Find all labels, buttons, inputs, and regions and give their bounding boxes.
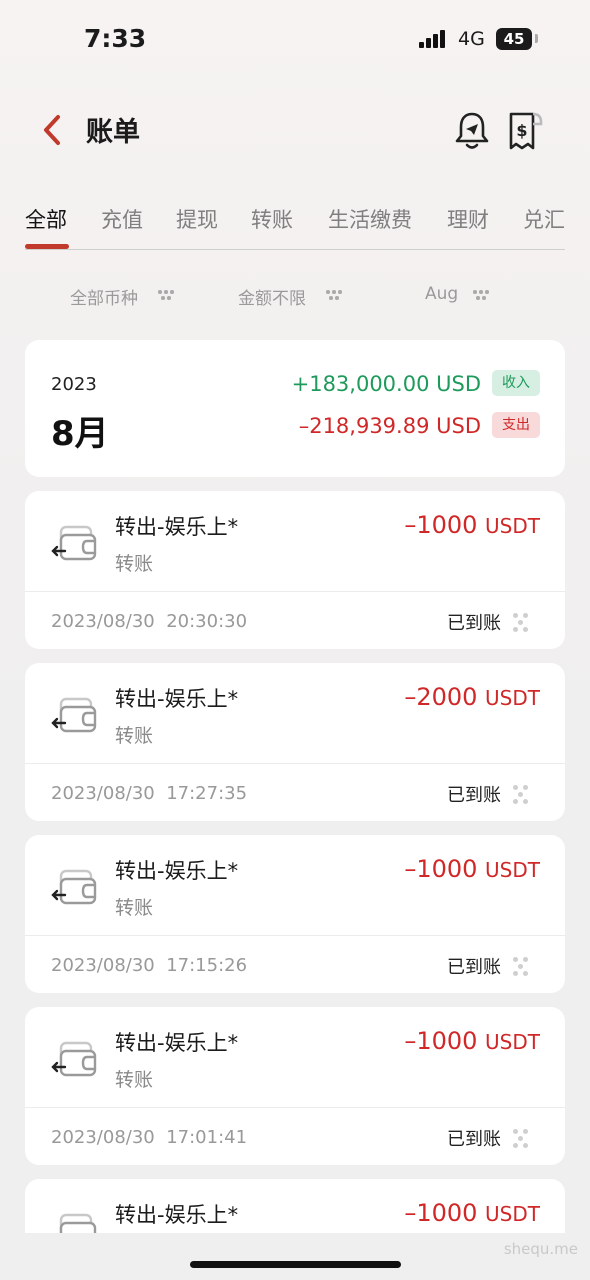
transaction-title: 转出-娱乐上* — [115, 859, 239, 883]
transaction-date: 2023/08/30 — [51, 955, 155, 976]
amount-value: –1000 — [404, 1027, 478, 1055]
wallet-transfer-icon — [51, 1041, 97, 1077]
receipt-icon: $ — [509, 112, 543, 150]
currency-filter[interactable]: 全部币种 — [70, 284, 138, 309]
income-amount: +183,000.00 USD — [291, 372, 481, 396]
amount-unit: USDT — [485, 514, 540, 538]
notification-button[interactable] — [454, 110, 490, 152]
wallet-transfer-icon — [51, 697, 97, 733]
tab-deposit[interactable]: 充值 — [101, 204, 143, 234]
wallet-transfer-icon — [59, 1213, 97, 1233]
tab-bar: 全部 充值 提现 转账 生活缴费 理财 兑汇 — [0, 200, 590, 252]
transaction-datetime: 2023/08/30 17:01:41 — [51, 1127, 247, 1148]
home-indicator[interactable] — [190, 1261, 401, 1268]
transaction-type: 转账 — [115, 725, 154, 747]
transaction-datetime: 2023/08/30 17:15:26 — [51, 955, 247, 976]
grid-dots-icon — [513, 613, 531, 632]
tab-exchange[interactable]: 兑汇 — [523, 204, 565, 234]
tab-finance[interactable]: 理财 — [447, 204, 489, 234]
transaction-type: 转账 — [115, 1069, 154, 1091]
transaction-amount: –1000 USDT — [404, 855, 540, 883]
transaction-date: 2023/08/30 — [51, 783, 155, 804]
monthly-summary-card: 2023 8月 +183,000.00 USD 收入 –218,939.89 U… — [25, 340, 565, 477]
transaction-title: 转出-娱乐上* — [115, 1203, 239, 1227]
transaction-title: 转出-娱乐上* — [115, 687, 239, 711]
bell-icon — [455, 112, 489, 149]
tabs-divider — [25, 249, 565, 250]
month-filter[interactable]: Aug — [425, 284, 458, 304]
status-bar: 7:33 4G 45 — [0, 0, 590, 80]
dots-icon — [158, 290, 174, 300]
card-divider — [25, 591, 565, 592]
amount-value: –2000 — [404, 683, 478, 711]
card-divider — [25, 1107, 565, 1108]
battery-icon: 45 — [496, 28, 532, 50]
transaction-amount: –1000 USDT — [404, 511, 540, 539]
filter-bar: 全部币种 金额不限 Aug — [0, 280, 590, 312]
transaction-time: 17:27:35 — [166, 783, 248, 804]
transaction-date: 2023/08/30 — [51, 1127, 155, 1148]
transaction-amount: –1000 USDT — [404, 1027, 540, 1055]
wallet-transfer-icon — [51, 869, 97, 905]
transaction-card[interactable]: 转出-娱乐上* 转账 –1000 USDT 2023/08/30 17:15:2… — [25, 835, 565, 993]
transaction-status: 已到账 — [447, 1129, 501, 1150]
expense-badge: 支出 — [492, 412, 540, 438]
amount-filter[interactable]: 金额不限 — [238, 284, 306, 309]
transaction-type: 转账 — [115, 897, 154, 919]
wallet-transfer-icon — [51, 525, 97, 561]
amount-value: –1000 — [404, 1199, 478, 1227]
amount-unit: USDT — [485, 1202, 540, 1226]
transaction-card[interactable]: 转出-娱乐上* 转账 –1000 USDT 2023/08/30 17:01:4… — [25, 1007, 565, 1165]
dots-icon — [473, 290, 489, 300]
transaction-card[interactable]: 转出-娱乐上* –1000 USDT — [25, 1179, 565, 1233]
back-button[interactable] — [38, 112, 68, 148]
transaction-status: 已到账 — [447, 785, 501, 806]
grid-dots-icon — [513, 1129, 531, 1148]
network-type: 4G — [458, 28, 485, 50]
transaction-card[interactable]: 转出-娱乐上* 转账 –2000 USDT 2023/08/30 17:27:3… — [25, 663, 565, 821]
amount-value: –1000 — [404, 511, 478, 539]
svg-text:$: $ — [516, 121, 527, 140]
transaction-time: 17:15:26 — [166, 955, 248, 976]
transaction-amount: –2000 USDT — [404, 683, 540, 711]
expense-amount: –218,939.89 USD — [298, 414, 481, 438]
income-badge: 收入 — [492, 370, 540, 396]
amount-unit: USDT — [485, 686, 540, 710]
card-divider — [25, 935, 565, 936]
transaction-title: 转出-娱乐上* — [115, 515, 239, 539]
tab-all[interactable]: 全部 — [25, 204, 67, 234]
tab-life-payment[interactable]: 生活缴费 — [328, 204, 412, 234]
card-divider — [25, 763, 565, 764]
amount-unit: USDT — [485, 858, 540, 882]
summary-month: 8月 — [51, 414, 109, 454]
watermark: shequ.me — [503, 1240, 578, 1258]
receipt-button[interactable]: $ — [506, 110, 544, 152]
tab-transfer[interactable]: 转账 — [251, 204, 293, 234]
battery-tip — [535, 34, 538, 43]
transaction-card[interactable]: 转出-娱乐上* 转账 –1000 USDT 2023/08/30 20:30:3… — [25, 491, 565, 649]
transaction-datetime: 2023/08/30 17:27:35 — [51, 783, 247, 804]
transaction-title: 转出-娱乐上* — [115, 1031, 239, 1055]
amount-value: –1000 — [404, 855, 478, 883]
transaction-amount: –1000 USDT — [404, 1199, 540, 1227]
transaction-time: 20:30:30 — [166, 611, 248, 632]
transaction-time: 17:01:41 — [166, 1127, 248, 1148]
tab-withdraw[interactable]: 提现 — [176, 204, 218, 234]
grid-dots-icon — [513, 957, 531, 976]
transaction-status: 已到账 — [447, 957, 501, 978]
status-time: 7:33 — [84, 24, 147, 53]
page-title: 账单 — [86, 117, 140, 148]
summary-year: 2023 — [51, 374, 97, 395]
transaction-status: 已到账 — [447, 613, 501, 634]
header: 账单 $ — [0, 100, 590, 160]
signal-icon — [419, 30, 449, 50]
transaction-type: 转账 — [115, 553, 154, 575]
transaction-datetime: 2023/08/30 20:30:30 — [51, 611, 247, 632]
transaction-date: 2023/08/30 — [51, 611, 155, 632]
amount-unit: USDT — [485, 1030, 540, 1054]
grid-dots-icon — [513, 785, 531, 804]
back-arrow-icon — [44, 115, 60, 145]
dots-icon — [326, 290, 342, 300]
